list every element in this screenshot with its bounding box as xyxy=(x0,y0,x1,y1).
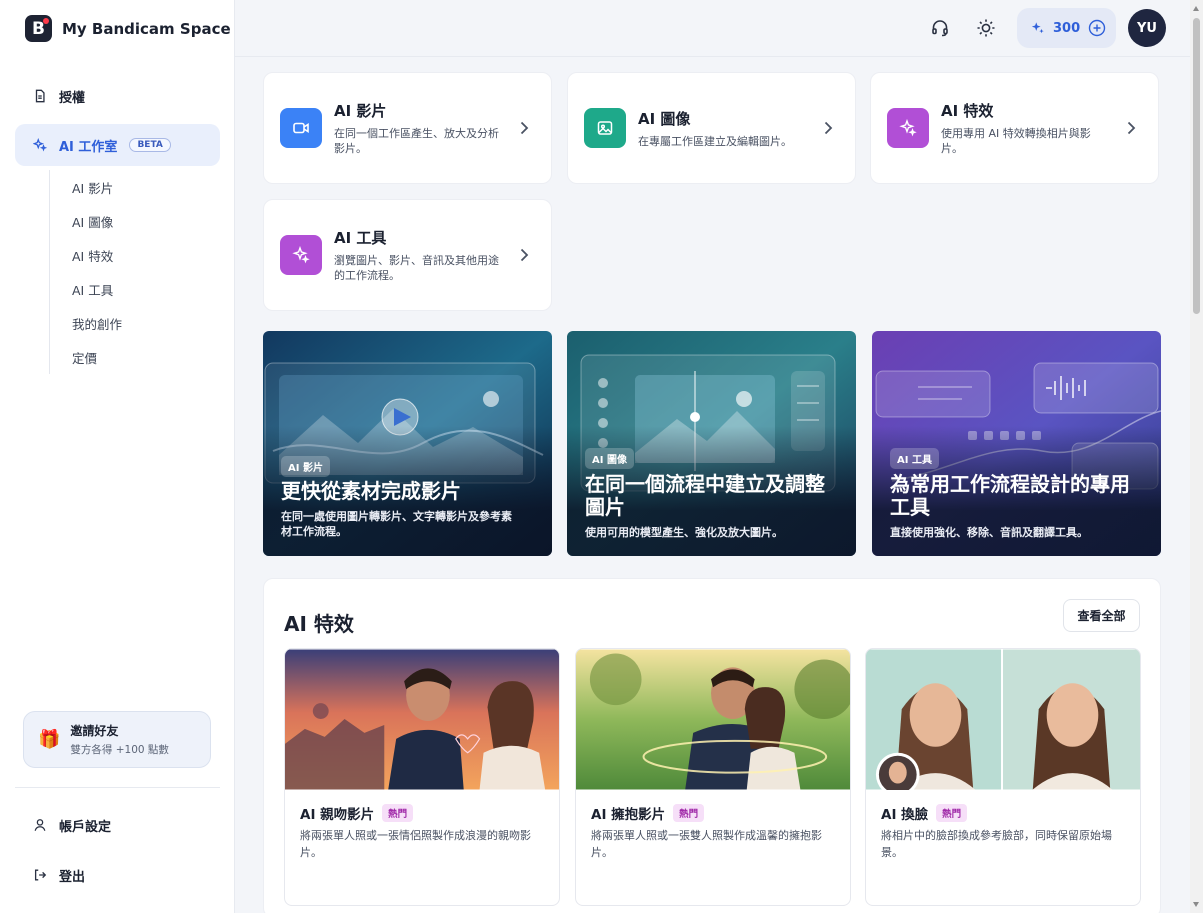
banner-tag: AI 圖像 xyxy=(585,448,634,469)
banner-tag: AI 工具 xyxy=(890,448,939,469)
subnav-item-ai-image[interactable]: AI 圖像 xyxy=(50,204,199,238)
effect-thumbnail xyxy=(866,649,1140,790)
tool-description: 在專屬工作區建立及編輯圖片。 xyxy=(638,134,792,148)
section-title: AI 特效 xyxy=(284,612,354,636)
banner-tag: AI 影片 xyxy=(281,456,330,477)
sidebar-divider xyxy=(15,787,220,788)
effect-title-row: AI 親吻影片 熱門 xyxy=(300,803,414,823)
top-bar: 300 YU xyxy=(235,0,1190,57)
effects-section: AI 特效 查看全部 AI 親吻影片 熱門 將兩張單人照或一張情侶照製作成浪漫的… xyxy=(263,578,1161,913)
tool-card-ai-tools[interactable]: AI 工具 瀏覽圖片、影片、音訊及其他用途的工作流程。 xyxy=(263,199,552,311)
tool-title: AI 特效 xyxy=(941,102,994,120)
page-scrollbar[interactable] xyxy=(1190,0,1203,913)
credits-count: 300 xyxy=(1053,20,1081,36)
chevron-right-icon xyxy=(824,121,833,135)
ai-studio-subnav: AI 影片 AI 圖像 AI 特效 AI 工具 我的創作 定價 xyxy=(49,170,199,374)
effect-title-row: AI 擁抱影片 熱門 xyxy=(591,803,705,823)
sparkle-icon xyxy=(33,138,47,152)
effect-thumbnail xyxy=(285,649,559,790)
beta-badge: BETA xyxy=(129,138,171,152)
banner-ai-image[interactable]: AI 圖像 在同一個流程中建立及調整圖片 使用可用的模型產生、強化及放大圖片。 xyxy=(567,331,856,556)
nav-item-license[interactable]: 授權 xyxy=(15,75,220,117)
image-icon xyxy=(584,108,626,148)
app-name: My Bandicam Space xyxy=(62,19,231,38)
subnav-item-ai-video[interactable]: AI 影片 xyxy=(50,170,199,204)
video-icon xyxy=(280,108,322,148)
user-avatar[interactable]: YU xyxy=(1128,9,1166,47)
banner-title: 更快從素材完成影片 xyxy=(281,479,461,503)
invite-title: 邀請好友 xyxy=(70,724,119,738)
sparkle-icon xyxy=(280,235,322,275)
banner-ai-video[interactable]: AI 影片 更快從素材完成影片 在同一處使用圖片轉影片、文字轉影片及參考素材工作… xyxy=(263,331,552,556)
hot-badge: 熱門 xyxy=(382,804,414,822)
effect-description: 將兩張單人照或一張雙人照製作成溫馨的擁抱影片。 xyxy=(591,829,822,859)
tool-card-ai-image[interactable]: AI 圖像 在專屬工作區建立及編輯圖片。 xyxy=(567,72,856,184)
subnav-item-ai-tools[interactable]: AI 工具 xyxy=(50,272,199,306)
chevron-right-icon xyxy=(1127,121,1136,135)
banner-ai-tools[interactable]: AI 工具 為常用工作流程設計的專用工具 直接使用強化、移除、音訊及翻譯工具。 xyxy=(872,331,1161,556)
sun-icon[interactable] xyxy=(974,16,998,40)
headset-icon[interactable] xyxy=(928,16,952,40)
nav-label-license: 授權 xyxy=(59,90,86,106)
invite-subtitle: 雙方各得 +100 點數 xyxy=(70,744,169,756)
effect-card-hug-video[interactable]: AI 擁抱影片 熱門 將兩張單人照或一張雙人照製作成溫馨的擁抱影片。 xyxy=(575,648,851,906)
nav-label-logout: 登出 xyxy=(59,869,86,885)
subnav-item-my-creations[interactable]: 我的創作 xyxy=(50,306,199,340)
hot-badge: 熱門 xyxy=(673,804,705,822)
effect-thumbnail xyxy=(576,649,850,790)
scroll-thumb[interactable] xyxy=(1193,18,1200,314)
bandicam-logo-icon: B xyxy=(25,15,52,42)
nav-item-ai-studio[interactable]: AI 工作室 BETA xyxy=(15,124,220,166)
effect-card-kiss-video[interactable]: AI 親吻影片 熱門 將兩張單人照或一張情侶照製作成浪漫的親吻影片。 xyxy=(284,648,560,906)
invite-friends-card[interactable]: 🎁 邀請好友 雙方各得 +100 點數 xyxy=(23,711,211,768)
document-icon xyxy=(35,89,45,103)
sparkle-icon xyxy=(887,108,929,148)
effect-title-row: AI 換臉 熱門 xyxy=(881,803,968,823)
banner-title: 為常用工作流程設計的專用工具 xyxy=(890,472,1130,519)
credits-pill[interactable]: 300 xyxy=(1017,8,1116,48)
effect-title: AI 擁抱影片 xyxy=(591,807,666,823)
tool-description: 瀏覽圖片、影片、音訊及其他用途的工作流程。 xyxy=(334,254,499,282)
view-all-button[interactable]: 查看全部 xyxy=(1063,599,1140,632)
effect-title: AI 換臉 xyxy=(881,807,929,823)
chevron-right-icon xyxy=(520,248,529,262)
nav-item-account-settings[interactable]: 帳戶設定 xyxy=(15,804,220,846)
banner-description: 使用可用的模型產生、強化及放大圖片。 xyxy=(585,526,783,539)
sparkle-icon xyxy=(1031,22,1044,34)
sidebar: B My Bandicam Space 授權 AI 工作室 BETA AI 影片… xyxy=(0,0,235,913)
plus-circle-icon[interactable] xyxy=(1088,19,1106,37)
effect-description: 將兩張單人照或一張情侶照製作成浪漫的親吻影片。 xyxy=(300,829,531,859)
logout-icon xyxy=(34,869,47,881)
nav-label-ai-studio: AI 工作室 xyxy=(59,139,118,155)
scroll-up-arrow-icon[interactable] xyxy=(1193,6,1199,11)
tool-description: 在同一個工作區產生、放大及分析影片。 xyxy=(334,127,499,155)
gift-icon: 🎁 xyxy=(38,729,61,750)
effect-card-face-swap[interactable]: AI 換臉 熱門 將相片中的臉部換成參考臉部，同時保留原始場景。 xyxy=(865,648,1141,906)
banner-title: 在同一個流程中建立及調整圖片 xyxy=(585,472,825,519)
nav-item-logout[interactable]: 登出 xyxy=(15,854,220,896)
banner-description: 直接使用強化、移除、音訊及翻譯工具。 xyxy=(890,526,1088,539)
tool-title: AI 影片 xyxy=(334,102,387,120)
tool-title: AI 圖像 xyxy=(638,109,691,128)
subnav-item-ai-effects[interactable]: AI 特效 xyxy=(50,238,199,272)
tool-description: 使用專用 AI 特效轉換相片與影片。 xyxy=(941,127,1091,155)
tool-card-ai-effects[interactable]: AI 特效 使用專用 AI 特效轉換相片與影片。 xyxy=(870,72,1159,184)
user-icon xyxy=(34,819,46,831)
effect-title: AI 親吻影片 xyxy=(300,807,375,823)
chevron-right-icon xyxy=(520,121,529,135)
hot-badge: 熱門 xyxy=(936,804,968,822)
tool-card-ai-video[interactable]: AI 影片 在同一個工作區產生、放大及分析影片。 xyxy=(263,72,552,184)
banner-description: 在同一處使用圖片轉影片、文字轉影片及參考素材工作流程。 xyxy=(281,510,512,538)
scroll-down-arrow-icon[interactable] xyxy=(1193,902,1199,907)
subnav-item-pricing[interactable]: 定價 xyxy=(50,340,199,374)
brand[interactable]: B My Bandicam Space xyxy=(25,15,231,42)
effect-description: 將相片中的臉部換成參考臉部，同時保留原始場景。 xyxy=(881,829,1112,859)
tool-title: AI 工具 xyxy=(334,229,387,247)
nav-label-account-settings: 帳戶設定 xyxy=(59,819,112,835)
